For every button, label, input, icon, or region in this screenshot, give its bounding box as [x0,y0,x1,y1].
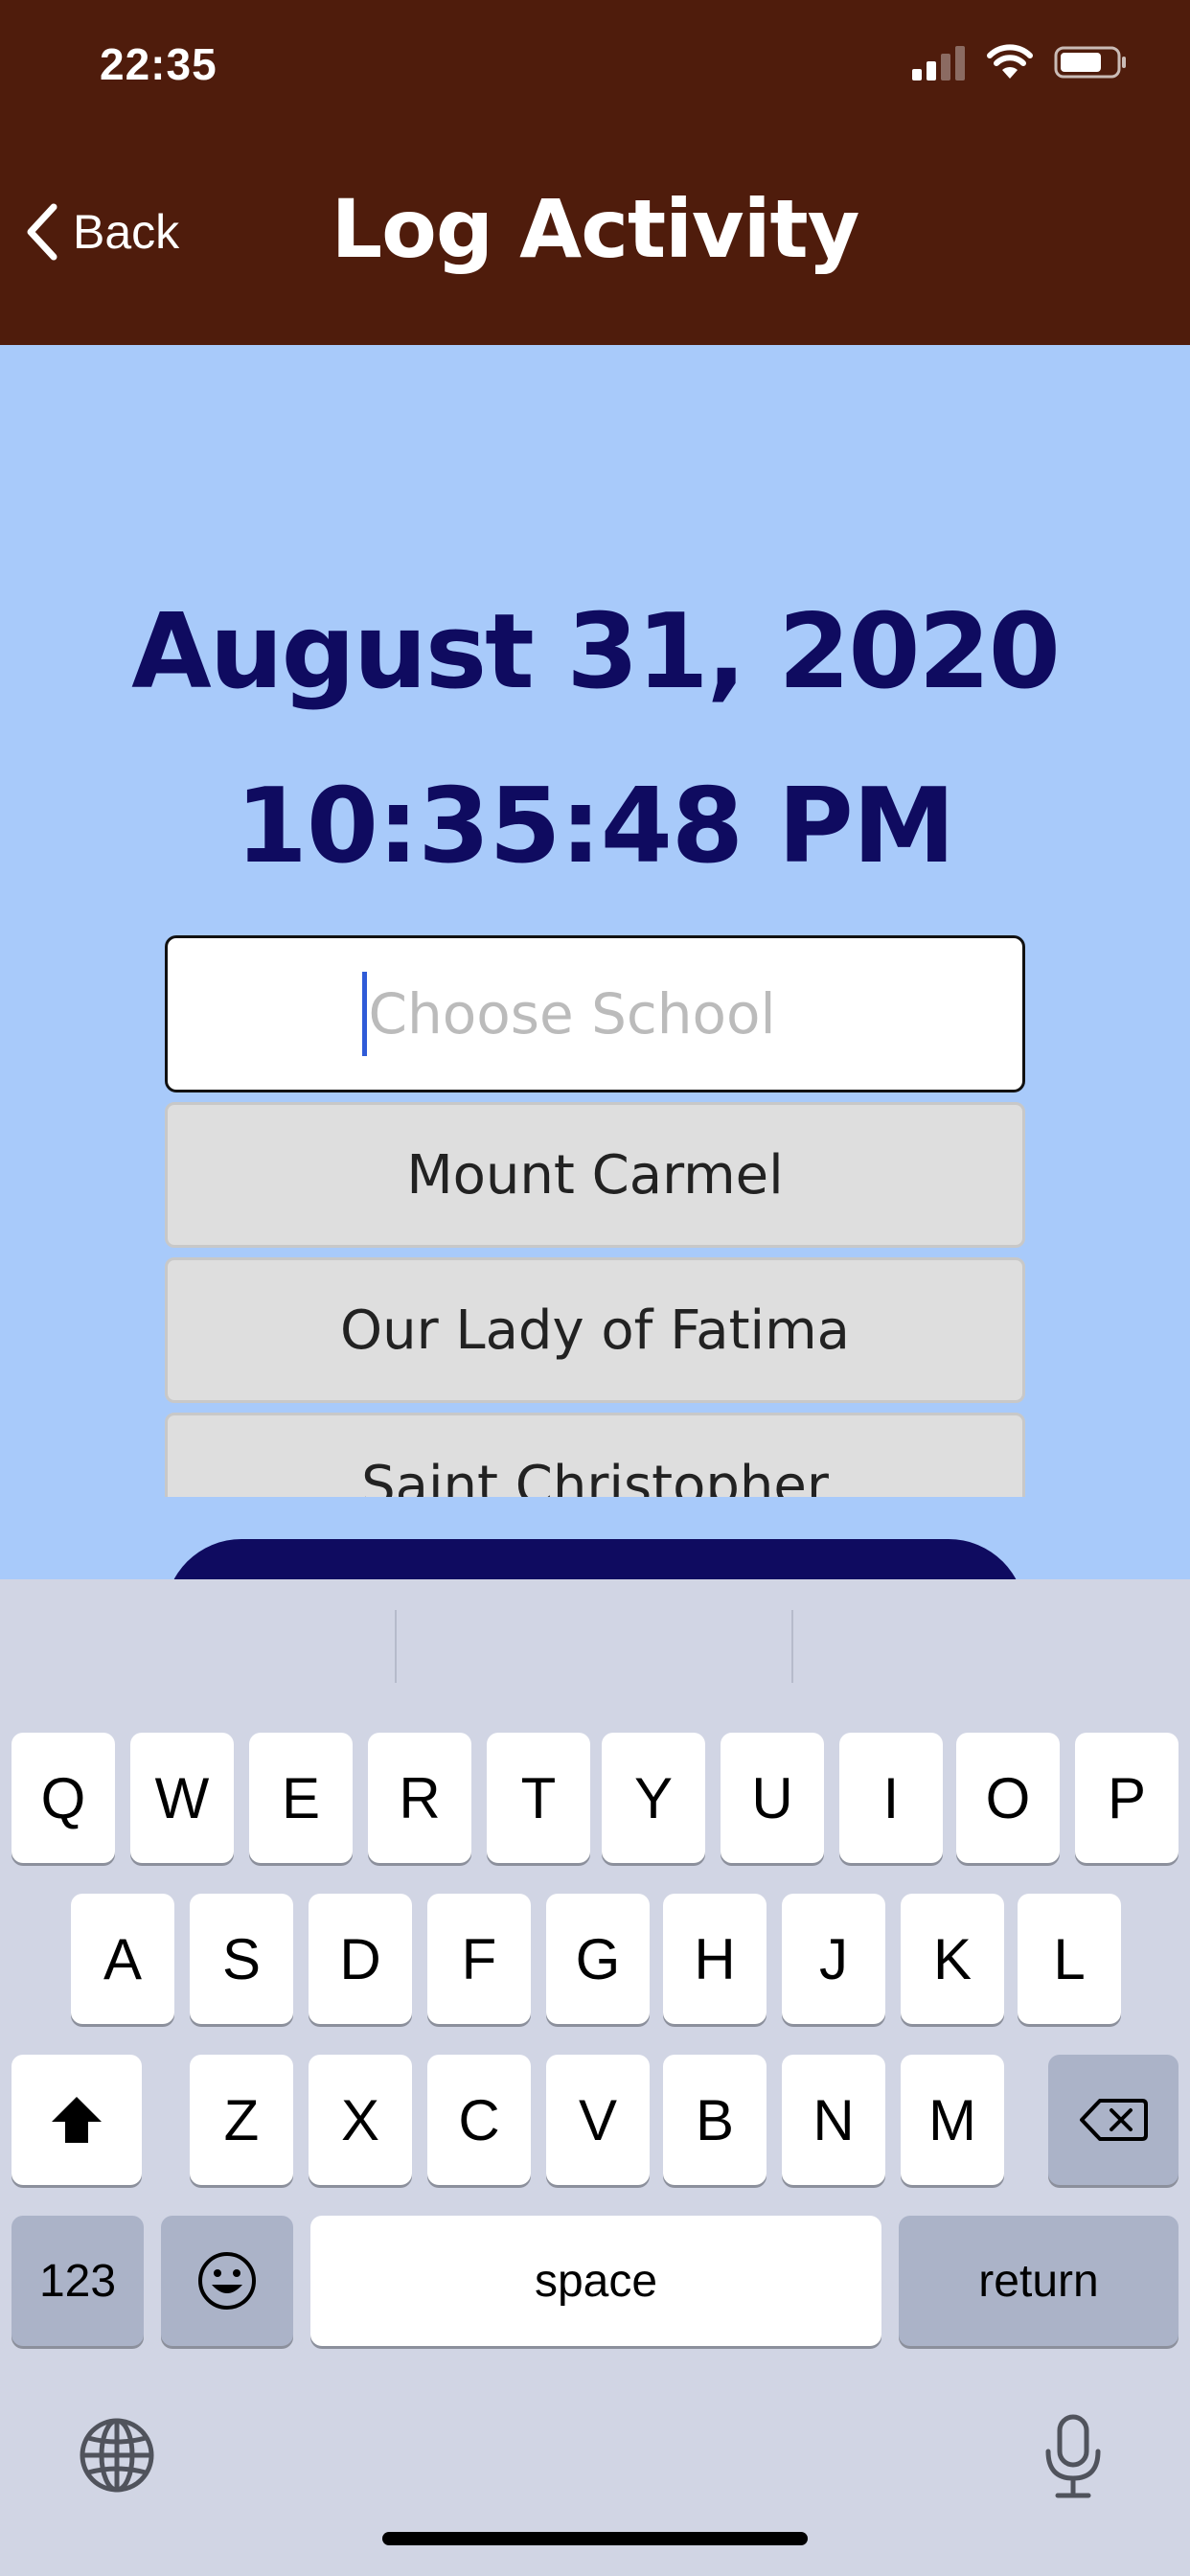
key-x[interactable]: X [309,2055,412,2185]
key-w[interactable]: W [130,1733,234,1863]
status-time: 22:35 [100,39,217,89]
page-title: Log Activity [331,182,860,276]
key-z[interactable]: Z [190,2055,293,2185]
shift-key[interactable] [11,2055,142,2185]
key-s[interactable]: S [190,1894,293,2024]
space-key[interactable]: space [310,2216,881,2346]
text-caret [361,972,367,1056]
key-a[interactable]: A [71,1894,174,2024]
status-icons [912,42,1129,82]
wifi-icon [987,44,1033,79]
choose-school-input[interactable] [368,981,829,1046]
suggestion-divider [791,1610,793,1683]
current-date: August 31, 2020 [131,592,1061,712]
key-g[interactable]: G [546,1894,650,2024]
key-y[interactable]: Y [602,1733,705,1863]
suggestion-divider [395,1610,397,1683]
key-n[interactable]: N [782,2055,885,2185]
school-option[interactable]: Our Lady of Fatima [165,1257,1025,1403]
key-c[interactable]: C [427,2055,531,2185]
key-j[interactable]: J [782,1894,885,2024]
backspace-icon [1080,2099,1148,2141]
key-i[interactable]: I [839,1733,943,1863]
key-b[interactable]: B [663,2055,767,2185]
key-l[interactable]: L [1018,1894,1121,2024]
battery-icon [1054,46,1126,79]
key-u[interactable]: U [721,1733,824,1863]
shift-icon [52,2097,102,2143]
key-r[interactable]: R [368,1733,471,1863]
key-e[interactable]: E [249,1733,353,1863]
current-time: 10:35:48 PM [235,767,955,886]
key-d[interactable]: D [309,1894,412,2024]
school-option[interactable]: Saint Christopher [165,1413,1025,1497]
signal-icon [912,44,966,80]
key-k[interactable]: K [901,1894,1004,2024]
choose-school-field[interactable] [165,935,1025,1092]
emoji-key[interactable] [161,2216,293,2346]
home-indicator [382,2532,808,2545]
nav-header: 22:35 Back Log Activity [0,0,1190,345]
school-option[interactable]: Mount Carmel [165,1102,1025,1248]
microphone-icon[interactable] [1041,2413,1106,2499]
key-m[interactable]: M [901,2055,1004,2185]
key-v[interactable]: V [546,2055,650,2185]
key-h[interactable]: H [663,1894,767,2024]
key-o[interactable]: O [956,1733,1060,1863]
numbers-key[interactable]: 123 [11,2216,144,2346]
keyboard: Q W E R T Y U I O P A S D F G H J K L Z … [0,1579,1190,2576]
globe-icon[interactable] [79,2417,155,2494]
backspace-key[interactable] [1048,2055,1179,2185]
key-p[interactable]: P [1075,1733,1179,1863]
return-key[interactable]: return [899,2216,1179,2346]
key-f[interactable]: F [427,1894,531,2024]
key-q[interactable]: Q [11,1733,115,1863]
school-options-list[interactable]: Mount Carmel Our Lady of Fatima Saint Ch… [165,1102,1025,1497]
key-t[interactable]: T [487,1733,590,1863]
emoji-icon [198,2252,256,2310]
